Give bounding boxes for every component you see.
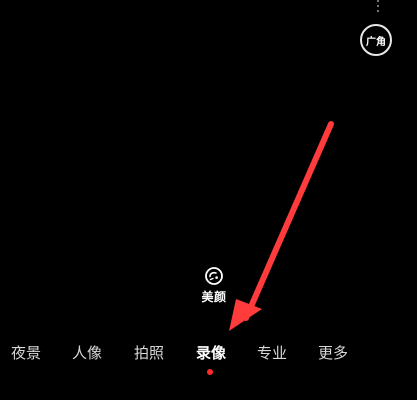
camera-viewfinder[interactable]: [0, 0, 417, 400]
vertical-dots-icon[interactable]: [375, 0, 381, 14]
mode-pro[interactable]: 专业: [257, 342, 287, 363]
wide-angle-button[interactable]: 广角: [360, 24, 392, 56]
beauty-toggle[interactable]: 美颜: [192, 266, 236, 305]
mode-photo[interactable]: 拍照: [134, 342, 164, 363]
camera-mode-selector[interactable]: 夜景 人像 拍照 录像 专业 更多: [0, 342, 417, 368]
wide-angle-label: 广角: [366, 36, 386, 48]
mode-portrait[interactable]: 人像: [72, 342, 102, 363]
beauty-label: 美颜: [201, 290, 227, 304]
mode-night[interactable]: 夜景: [11, 342, 41, 363]
mode-more[interactable]: 更多: [318, 342, 348, 363]
beauty-face-icon: [205, 267, 223, 285]
mode-video[interactable]: 录像: [196, 342, 226, 363]
active-mode-indicator: [207, 369, 213, 375]
